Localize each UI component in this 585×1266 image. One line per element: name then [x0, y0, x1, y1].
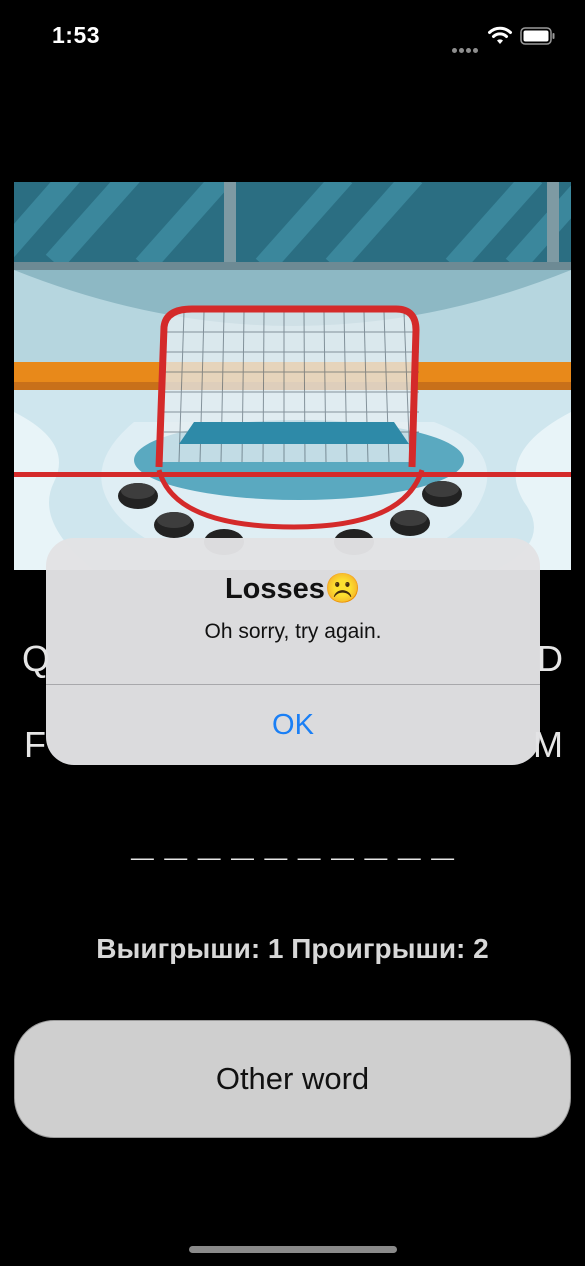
battery-icon — [520, 27, 555, 45]
status-bar: 1:53 — [0, 0, 585, 80]
clock-time: 1:53 — [52, 22, 101, 48]
other-word-button[interactable]: Other word — [14, 1020, 571, 1138]
alert-message: Oh sorry, try again. — [204, 620, 382, 643]
hockey-goal-illustration — [14, 182, 571, 570]
key-d[interactable]: D — [537, 634, 563, 684]
home-indicator[interactable] — [189, 1246, 397, 1253]
alert-dialog: Losses☹️ Oh sorry, try again. OK — [46, 538, 540, 765]
score-label: Выигрыши: 1 Проигрыши: 2 — [96, 933, 489, 964]
key-f[interactable]: F — [24, 720, 46, 770]
alert-title: Losses☹️ — [46, 572, 540, 606]
alert-title-text: Losses — [224, 573, 325, 605]
signal-dots-icon — [452, 40, 482, 53]
alert-ok-button[interactable]: OK — [46, 685, 540, 765]
wifi-icon — [488, 26, 512, 44]
word-blanks: _ _ _ _ _ _ _ _ _ _ — [131, 820, 454, 864]
sad-face-icon: ☹️ — [324, 573, 362, 605]
